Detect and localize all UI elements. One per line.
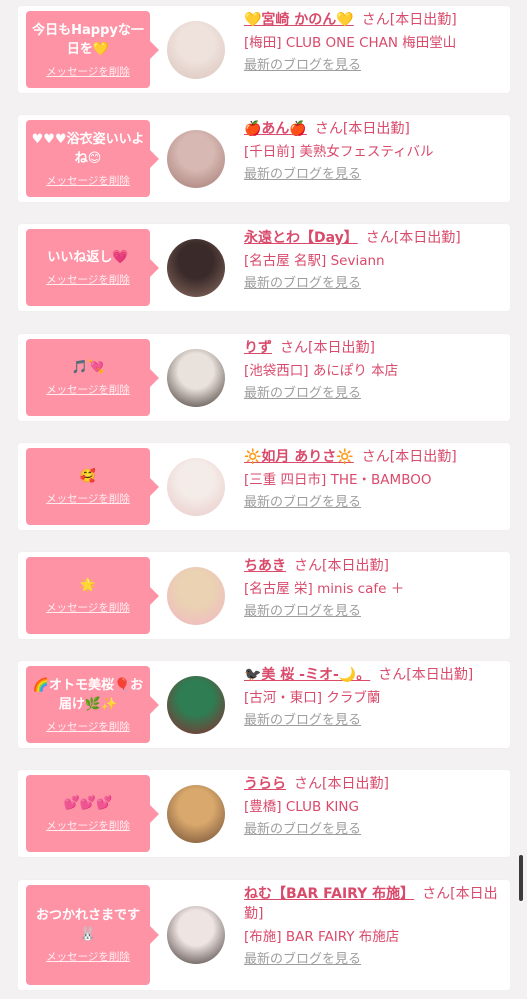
user-info: ちあき さん[本日出勤] [名古屋 栄] minis cafe ＋ 最新のブログを見る <box>244 556 506 622</box>
user-card: 🎵💘 メッセージを削除 りず さん[本日出勤] [池袋西口] あにぽり 本店最新のブログ… <box>18 334 510 421</box>
message-text: 🥰 <box>79 469 97 484</box>
message-bubble: 🌟 メッセージを削除 <box>26 557 159 634</box>
user-info: りず さん[本日出勤] [池袋西口] あにぽり 本店最新のブログを見る <box>244 338 506 404</box>
message-text: 🎵💘 <box>71 360 105 375</box>
message-text: おつかれさまです🐰 <box>35 908 140 942</box>
latest-blog-link[interactable]: 最新のブログを見る <box>244 602 361 622</box>
message-bubble: 🎵💘 メッセージを削除 <box>26 339 159 416</box>
shop-name: [名古屋 栄] minis cafe ＋ <box>244 581 405 597</box>
status-text: さん[本日出勤] <box>314 121 410 137</box>
user-info: ねむ【BAR FAIRY 布施】 さん[本日出勤] [布施] BAR FAIRY 布… <box>244 884 506 970</box>
shop-name: [豊橋] CLUB KING <box>244 799 359 815</box>
message-bubble: おつかれさまです🐰 メッセージを削除 <box>26 885 159 985</box>
user-name-link[interactable]: 永遠とわ【Day】 <box>244 230 358 246</box>
shop-name: [池袋西口] あにぽり 本店 <box>244 363 399 379</box>
message-text: ♥♥♥浴衣姿いいよね😊 <box>31 132 145 166</box>
message-text: 💕💕💕 <box>63 796 113 811</box>
status-text: さん[本日出勤] <box>365 230 461 246</box>
avatar[interactable] <box>167 349 225 407</box>
status-text: さん[本日出勤] <box>378 667 474 683</box>
user-name-link[interactable]: 💛宮崎 かのん💛 <box>244 12 354 28</box>
avatar[interactable] <box>167 567 225 625</box>
user-name-link[interactable]: うらら <box>244 776 286 792</box>
user-name-link[interactable]: ちあき <box>244 558 286 574</box>
name-line: 🐦‍⬛美 桜 -ミオ-🌙。 さん[本日出勤] <box>244 665 506 685</box>
shop-name: [古河・東口] クラブ蘭 <box>244 690 381 706</box>
user-info: 永遠とわ【Day】 さん[本日出勤] [名古屋 名駅] Seviann 最新のブログを… <box>244 228 506 294</box>
name-line: ちあき さん[本日出勤] <box>244 556 506 576</box>
latest-blog-link[interactable]: 最新のブログを見る <box>244 384 361 404</box>
message-bubble: 🌈オトモ美桜🎈お届け🌿✨ メッセージを削除 <box>26 666 159 743</box>
name-line: うらら さん[本日出勤] <box>244 774 506 794</box>
scrollbar[interactable] <box>519 855 523 901</box>
status-text: さん[本日出勤] <box>361 12 457 28</box>
avatar[interactable] <box>167 21 225 79</box>
latest-blog-link[interactable]: 最新のブログを見る <box>244 274 361 294</box>
avatar[interactable] <box>167 458 225 516</box>
message-text: 🌟 <box>79 578 97 593</box>
user-info: 🍎あん🍎 さん[本日出勤] [千日前] 美熟女フェスティバル最新のブログを見る <box>244 119 506 185</box>
delete-message-link[interactable]: メッセージを削除 <box>26 601 150 615</box>
user-card: 🌈オトモ美桜🎈お届け🌿✨ メッセージを削除 🐦‍⬛美 桜 -ミオ-🌙。 さん[本日出勤… <box>18 661 510 748</box>
user-name-link[interactable]: 🔆如月 ありさ🔆 <box>244 449 354 465</box>
status-text: さん[本日出勤] <box>294 558 389 574</box>
user-card: おつかれさまです🐰 メッセージを削除 ねむ【BAR FAIRY 布施】 さん[本日出勤… <box>18 880 510 990</box>
user-name-link[interactable]: ねむ【BAR FAIRY 布施】 <box>244 886 414 902</box>
delete-message-link[interactable]: メッセージを削除 <box>26 819 150 833</box>
user-info: 💛宮崎 かのん💛 さん[本日出勤] [梅田] CLUB ONE CHAN 梅田堂山最… <box>244 10 506 76</box>
user-card: 🥰 メッセージを削除 🔆如月 ありさ🔆 さん[本日出勤] [三重 四日市] THE・BA… <box>18 443 510 530</box>
avatar[interactable] <box>167 785 225 843</box>
message-text: 🌈オトモ美桜🎈お届け🌿✨ <box>32 678 144 712</box>
user-card: 💕💕💕 メッセージを削除 うらら さん[本日出勤] [豊橋] CLUB KING 最新のブ… <box>18 770 510 857</box>
user-card: いいね返し💗 メッセージを削除 永遠とわ【Day】 さん[本日出勤] [名古屋 名駅] … <box>18 224 510 311</box>
user-info: 🔆如月 ありさ🔆 さん[本日出勤] [三重 四日市] THE・BAMBOO 最新のブロ… <box>244 447 506 513</box>
message-bubble: 今日もHappyな一日を💛 メッセージを削除 <box>26 11 159 88</box>
name-line: 💛宮崎 かのん💛 さん[本日出勤] <box>244 10 506 30</box>
delete-message-link[interactable]: メッセージを削除 <box>26 492 150 506</box>
latest-blog-link[interactable]: 最新のブログを見る <box>244 493 361 513</box>
shop-name: [布施] BAR FAIRY 布施店 <box>244 929 400 945</box>
user-name-link[interactable]: 🐦‍⬛美 桜 -ミオ-🌙。 <box>244 667 370 683</box>
message-bubble: いいね返し💗 メッセージを削除 <box>26 229 159 306</box>
name-line: ねむ【BAR FAIRY 布施】 さん[本日出勤] <box>244 884 506 924</box>
latest-blog-link[interactable]: 最新のブログを見る <box>244 820 361 840</box>
delete-message-link[interactable]: メッセージを削除 <box>26 174 150 188</box>
avatar[interactable] <box>167 676 225 734</box>
delete-message-link[interactable]: メッセージを削除 <box>26 273 150 287</box>
name-line: 🔆如月 ありさ🔆 さん[本日出勤] <box>244 447 506 467</box>
status-text: さん[本日出勤] <box>294 776 389 792</box>
avatar[interactable] <box>167 239 225 297</box>
latest-blog-link[interactable]: 最新のブログを見る <box>244 165 361 185</box>
message-text: いいね返し💗 <box>47 250 129 265</box>
name-line: 永遠とわ【Day】 さん[本日出勤] <box>244 228 506 248</box>
latest-blog-link[interactable]: 最新のブログを見る <box>244 56 361 76</box>
delete-message-link[interactable]: メッセージを削除 <box>26 65 150 79</box>
user-info: うらら さん[本日出勤] [豊橋] CLUB KING 最新のブログを見る <box>244 774 506 840</box>
message-bubble: 🥰 メッセージを削除 <box>26 448 159 525</box>
avatar[interactable] <box>167 130 225 188</box>
user-info: 🐦‍⬛美 桜 -ミオ-🌙。 さん[本日出勤] [古河・東口] クラブ蘭最新のブログを… <box>244 665 506 731</box>
shop-name: [三重 四日市] THE・BAMBOO <box>244 472 432 488</box>
user-name-link[interactable]: りず <box>244 340 272 356</box>
message-bubble: 💕💕💕 メッセージを削除 <box>26 775 159 852</box>
user-card: 今日もHappyな一日を💛 メッセージを削除 💛宮崎 かのん💛 さん[本日出勤] [梅田… <box>18 6 510 93</box>
shop-name: [梅田] CLUB ONE CHAN 梅田堂山 <box>244 35 457 51</box>
latest-blog-link[interactable]: 最新のブログを見る <box>244 950 361 970</box>
delete-message-link[interactable]: メッセージを削除 <box>26 720 150 734</box>
shop-name: [千日前] 美熟女フェスティバル <box>244 144 434 160</box>
message-bubble: ♥♥♥浴衣姿いいよね😊 メッセージを削除 <box>26 120 159 197</box>
avatar[interactable] <box>167 906 225 964</box>
status-text: さん[本日出勤] <box>361 449 457 465</box>
delete-message-link[interactable]: メッセージを削除 <box>26 383 150 397</box>
user-card: 🌟 メッセージを削除 ちあき さん[本日出勤] [名古屋 栄] minis cafe ＋… <box>18 552 510 639</box>
user-card: ♥♥♥浴衣姿いいよね😊 メッセージを削除 🍎あん🍎 さん[本日出勤] [千日前] 美熟女… <box>18 115 510 202</box>
user-name-link[interactable]: 🍎あん🍎 <box>244 121 307 137</box>
status-text: さん[本日出勤] <box>280 340 375 356</box>
message-text: 今日もHappyな一日を💛 <box>32 23 144 57</box>
name-line: 🍎あん🍎 さん[本日出勤] <box>244 119 506 139</box>
name-line: りず さん[本日出勤] <box>244 338 506 358</box>
delete-message-link[interactable]: メッセージを削除 <box>26 950 150 964</box>
shop-name: [名古屋 名駅] Seviann <box>244 253 385 269</box>
latest-blog-link[interactable]: 最新のブログを見る <box>244 711 361 731</box>
